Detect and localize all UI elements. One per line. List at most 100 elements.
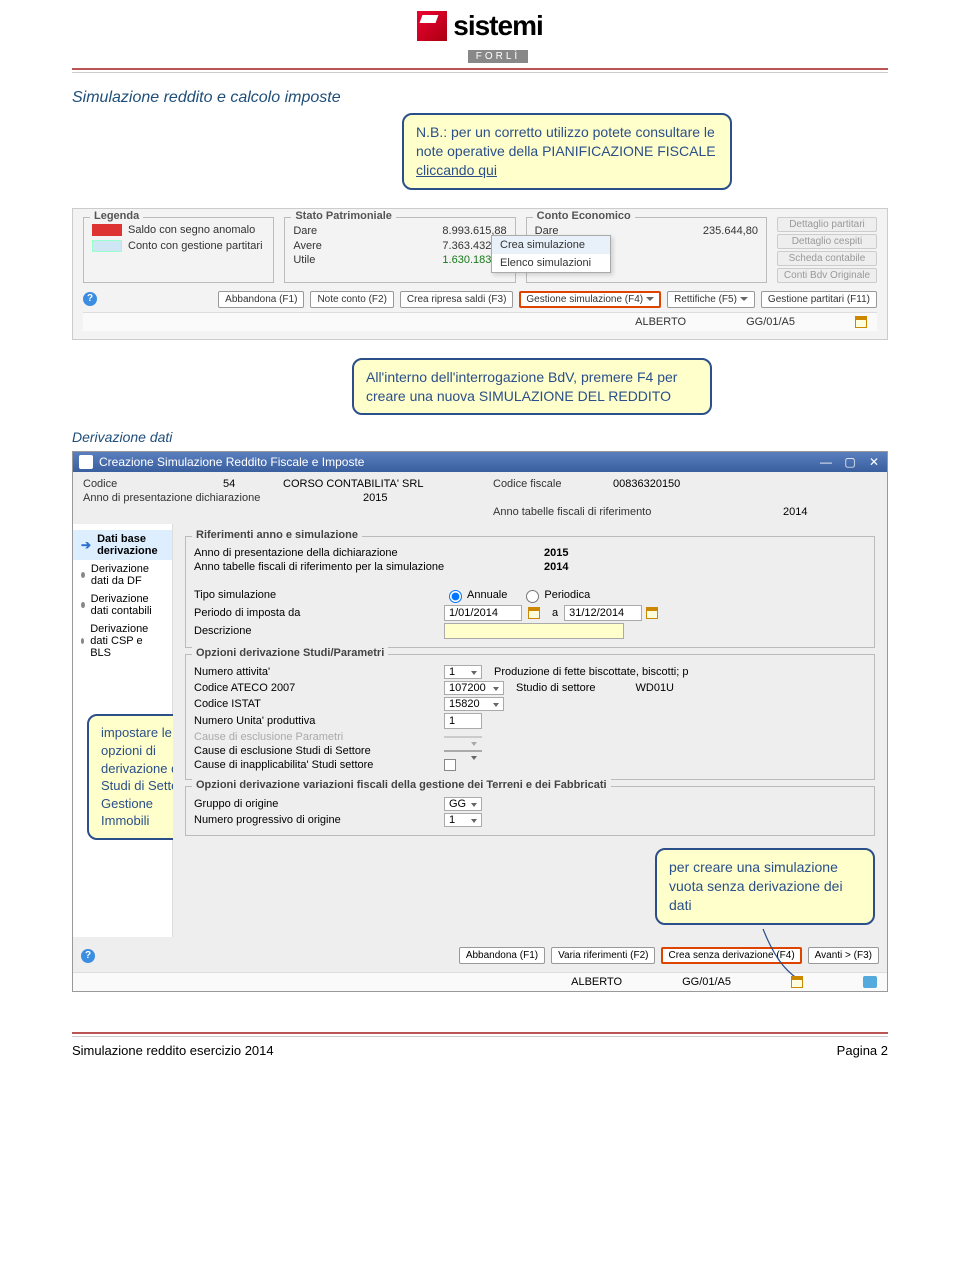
bullet-icon [81, 638, 84, 644]
cf-val: 00836320150 [613, 478, 783, 490]
codice-num: 54 [223, 478, 283, 490]
network-icon [863, 976, 877, 988]
crea-ripresa-saldi-button[interactable]: Crea ripresa saldi (F3) [400, 291, 513, 308]
maximize-icon[interactable]: ▢ [843, 455, 857, 469]
codice-istat-select[interactable]: 15820 [444, 697, 504, 711]
menu-elenco-simulazioni[interactable]: Elenco simulazioni [492, 254, 610, 272]
num-progressivo-select[interactable]: 1 [444, 813, 482, 827]
descrizione-input[interactable] [444, 623, 624, 639]
sidebar-item-label: Dati base derivazione [97, 533, 164, 557]
minimize-icon[interactable]: — [819, 455, 833, 469]
codice-ateco-select[interactable]: 107200 [444, 681, 504, 695]
num-unita-input[interactable]: 1 [444, 713, 482, 729]
num-progressivo-label: Numero progressivo di origine [194, 814, 444, 826]
studi-fieldset: Opzioni derivazione Studi/Parametri Nume… [185, 654, 875, 780]
callout-note: N.B.: per un corretto utilizzo potete co… [402, 113, 732, 190]
footer-right: Pagina 2 [837, 1043, 888, 1058]
dettaglio-cespiti-button: Dettaglio cespiti [777, 234, 877, 249]
tipo-annuale-radio[interactable] [449, 590, 462, 603]
num-attivita-select[interactable]: 1 [444, 665, 482, 679]
codice-name: CORSO CONTABILITA' SRL [283, 478, 493, 490]
conti-bdv-originale-button: Conti Bdv Originale [777, 268, 877, 283]
tipo-sim-label: Tipo simulazione [194, 589, 444, 601]
footer-left: Simulazione reddito esercizio 2014 [72, 1043, 274, 1058]
sidebar-item-label: Derivazione dati da DF [91, 563, 164, 587]
crea-senza-derivazione-button[interactable]: Crea senza derivazione (F4) [661, 947, 801, 964]
callout-link[interactable]: cliccando qui [416, 162, 497, 178]
varia-riferimenti-button[interactable]: Varia riferimenti (F2) [551, 947, 655, 964]
cause-studi-select[interactable] [444, 750, 482, 752]
gestione-partitari-button[interactable]: Gestione partitari (F11) [761, 291, 877, 308]
brand-logo: sistemi FORLÌ [72, 10, 888, 64]
tipo-periodica-radio[interactable] [526, 590, 539, 603]
studio-settore-val: WD01U [636, 682, 675, 694]
codice-istat-label: Codice ISTAT [194, 698, 444, 710]
avanti-button[interactable]: Avanti > (F3) [808, 947, 879, 964]
simulazione-menu: Crea simulazione Elenco simulazioni [491, 235, 611, 273]
wizard-sidebar: ➔ Dati base derivazione Derivazione dati… [73, 524, 173, 937]
stato-patrimoniale-fieldset: Stato Patrimoniale Dare8.993.615,88 Aver… [284, 217, 515, 283]
chevron-down-icon [646, 297, 654, 301]
riferimenti-legend: Riferimenti anno e simulazione [192, 529, 362, 541]
calendar-icon[interactable] [855, 316, 867, 328]
gruppo-origine-select[interactable]: GG [444, 797, 482, 811]
codice-label: Codice [83, 478, 223, 490]
descrizione-label: Descrizione [194, 625, 444, 637]
cause-inapplicabilita-checkbox[interactable] [444, 759, 456, 771]
num-attivita-label: Numero attivita' [194, 666, 444, 678]
sidebar-item-label: Derivazione dati CSP e BLS [90, 623, 164, 659]
terreni-fieldset: Opzioni derivazione variazioni fiscali d… [185, 786, 875, 836]
sidebar-item-csp-bls[interactable]: Derivazione dati CSP e BLS [73, 620, 172, 662]
chevron-down-icon [740, 297, 748, 301]
cause-studi-label: Cause di esclusione Studi di Settore [194, 745, 444, 757]
menu-crea-simulazione[interactable]: Crea simulazione [492, 236, 610, 254]
legend-swatch-red [92, 224, 122, 236]
help-icon[interactable]: ? [83, 292, 97, 306]
periodo-sep: a [552, 607, 558, 619]
cf-label: Codice fiscale [493, 478, 613, 490]
gestione-simulazione-button[interactable]: Gestione simulazione (F4) [519, 291, 661, 308]
note-conto-button[interactable]: Note conto (F2) [310, 291, 393, 308]
status-code: GG/01/A5 [746, 316, 795, 328]
page-title: Simulazione reddito e calcolo imposte [72, 89, 888, 107]
sidebar-item-contabili[interactable]: Derivazione dati contabili [73, 590, 172, 620]
codice-ateco-label: Codice ATECO 2007 [194, 682, 444, 694]
sp-dare-lbl: Dare [293, 224, 317, 239]
status-code: GG/01/A5 [682, 976, 731, 988]
abbandona-button[interactable]: Abbandona (F1) [459, 947, 545, 964]
arrow-right-icon: ➔ [81, 538, 91, 552]
rettifiche-button[interactable]: Rettifiche (F5) [667, 291, 755, 308]
periodo-a-input[interactable]: 31/12/2014 [564, 605, 642, 621]
riferimenti-fieldset: Riferimenti anno e simulazione Anno di p… [185, 536, 875, 648]
window-title: Creazione Simulazione Reddito Fiscale e … [99, 455, 819, 469]
callout-crea-vuota: per creare una simulazione vuota senza d… [655, 848, 875, 925]
gruppo-origine-label: Gruppo di origine [194, 798, 444, 810]
sidebar-item-label: Derivazione dati contabili [91, 593, 164, 617]
ce-dare-val: 235.644,80 [668, 224, 758, 239]
status-bar: ALBERTO GG/01/A5 [83, 312, 877, 331]
cause-inapplicabilita-label: Cause di inapplicabilita' Studi settore [194, 759, 444, 771]
calendar-icon[interactable] [528, 607, 540, 619]
abbandona-button[interactable]: Abbandona (F1) [218, 291, 304, 308]
bdv-panel: Legenda Saldo con segno anomalo Conto co… [72, 208, 888, 340]
sp-utile-lbl: Utile [293, 253, 315, 268]
terreni-legend: Opzioni derivazione variazioni fiscali d… [192, 779, 611, 791]
legend-item-anomalo: Saldo con segno anomalo [128, 224, 255, 236]
creazione-simulazione-window: Creazione Simulazione Reddito Fiscale e … [72, 451, 888, 992]
bullet-icon [81, 602, 85, 608]
anno-pres-val: 2015 [363, 492, 613, 504]
studi-legend: Opzioni derivazione Studi/Parametri [192, 647, 388, 659]
brand-sub: FORLÌ [468, 50, 528, 63]
sidebar-item-dati-base[interactable]: ➔ Dati base derivazione [73, 530, 172, 560]
close-icon[interactable]: ✕ [867, 455, 881, 469]
ref-anno-pres-label: Anno di presentazione della dichiarazion… [194, 547, 444, 559]
callout-f4: All'interno dell'interrogazione BdV, pre… [352, 358, 712, 416]
periodo-da-input[interactable]: 1/01/2014 [444, 605, 522, 621]
calendar-icon[interactable] [646, 607, 658, 619]
status-user: ALBERTO [635, 316, 686, 328]
sidebar-item-df[interactable]: Derivazione dati da DF [73, 560, 172, 590]
window-status-bar: ALBERTO GG/01/A5 [73, 972, 887, 991]
cause-parametri-label: Cause di esclusione Parametri [194, 731, 444, 743]
help-icon[interactable]: ? [81, 949, 95, 963]
calendar-icon[interactable] [791, 976, 803, 988]
